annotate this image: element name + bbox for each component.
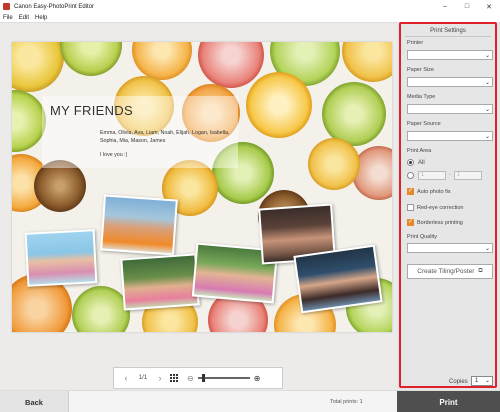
zoom-slider[interactable] [197,374,250,382]
printer-select[interactable]: ⌄ [407,50,493,60]
fruit-slice [308,138,360,190]
print-area-label: Print Area [407,148,432,154]
layout-canvas[interactable]: MY FRIENDS Emma, Olivia, Ava, Liam, Noah… [12,42,392,332]
paper-source-select[interactable]: ⌄ [407,131,493,141]
print-settings-panel: Print Settings Printer ⌄ Paper Size ⌄ Me… [397,22,500,390]
red-eye-checkbox[interactable] [407,204,414,211]
borderless-checkbox[interactable] [407,218,414,226]
page-navigation-toolbar: ‹ 1/1 › ⊖ ⊕ [113,367,283,389]
create-tiling-poster-button[interactable]: Create Tiling/Poster ⧉ [407,264,493,279]
printer-label: Printer [407,40,424,46]
zoom-in-icon[interactable]: ⊕ [254,374,261,383]
zoom-slider-thumb[interactable] [201,374,205,382]
copies-label: Copies [449,379,468,385]
fruit-slice [132,42,192,80]
zoom-out-icon[interactable]: ⊖ [187,374,194,383]
media-type-label: Media Type [407,94,436,100]
auto-photo-fix-label: Auto photo fix [417,189,451,195]
next-page-icon[interactable]: › [154,373,166,383]
photo-image [26,231,96,285]
window-title: Canon Easy-PhotoPrint Editor [14,3,95,10]
fruit-slice [12,90,46,152]
panel-heading: Print Settings [430,28,466,34]
photo-image [102,196,176,254]
copies-value: 1 [475,378,479,384]
fruit-slice [60,42,122,76]
canvas-love-text[interactable]: I love you :) [100,152,127,158]
borderless-label: Borderless printing [417,220,463,226]
print-quality-label: Print Quality [407,234,437,240]
print-area-range-radio[interactable] [407,172,414,179]
photo-frame[interactable] [24,229,98,287]
chevron-down-icon: ⌄ [484,378,490,384]
print-quality-select[interactable]: ⌄ [407,243,493,253]
print-area-all-label: All [418,160,425,166]
window-controls: – □ ✕ [434,0,500,13]
chevron-down-icon: ⌄ [484,80,490,86]
tiling-button-label: Create Tiling/Poster [417,268,475,275]
workspace: MY FRIENDS Emma, Olivia, Ava, Liam, Noah… [0,22,397,390]
photo-frame[interactable] [293,244,383,314]
menu-help[interactable]: Help [35,15,47,21]
back-button[interactable]: Back [0,391,69,412]
bottom-bar: Back Total prints: 1 Print [0,390,500,412]
total-prints-text: Total prints: 1 [330,399,363,405]
app-icon [3,3,10,10]
canvas-names-text[interactable]: Emma, Olivia, Ava, Liam, Noah, Elijah, L… [100,129,235,145]
previous-page-icon[interactable]: ‹ [120,373,132,383]
chevron-down-icon: ⌄ [484,53,490,59]
auto-photo-fix-checkbox[interactable] [407,187,414,195]
photo-frame[interactable] [120,253,200,311]
fruit-slice [72,286,130,332]
maximize-icon[interactable]: □ [456,0,478,13]
range-dash: - [449,172,451,178]
title-bar: Canon Easy-PhotoPrint Editor – □ ✕ [0,0,500,13]
minimize-icon[interactable]: – [434,0,456,13]
range-to-input[interactable]: 1 [454,171,482,180]
page-indicator: 1/1 [138,375,148,381]
external-window-icon: ⧉ [478,268,483,274]
photo-frame[interactable] [100,194,178,256]
divider [405,36,491,37]
grid-view-icon[interactable] [170,373,179,383]
range-from-input[interactable]: 1 [418,171,446,180]
print-button[interactable]: Print [397,391,500,412]
close-icon[interactable]: ✕ [478,0,500,13]
menu-file[interactable]: File [3,15,13,21]
paper-size-label: Paper Size [407,67,434,73]
photo-image [295,246,381,312]
red-eye-label: Red-eye correction [417,205,464,211]
media-type-select[interactable]: ⌄ [407,104,493,114]
fruit-slice [12,42,64,92]
paper-source-label: Paper Source [407,121,441,127]
chevron-down-icon: ⌄ [484,107,490,113]
menu-bar: File Edit Help [0,13,500,22]
print-area-all-radio[interactable] [407,159,414,166]
photo-image [122,255,198,309]
fruit-slice [342,42,392,82]
chevron-down-icon: ⌄ [484,134,490,140]
copies-select[interactable]: 1 ⌄ [471,376,493,386]
canvas-title[interactable]: MY FRIENDS [50,103,133,118]
chevron-down-icon: ⌄ [484,246,490,252]
fruit-slice [198,42,264,88]
paper-size-select[interactable]: ⌄ [407,77,493,87]
fruit-slice [322,82,386,146]
fruit-slice [246,72,312,138]
menu-edit[interactable]: Edit [19,15,29,21]
highlight-frame: Print Settings Printer ⌄ Paper Size ⌄ Me… [399,22,497,388]
